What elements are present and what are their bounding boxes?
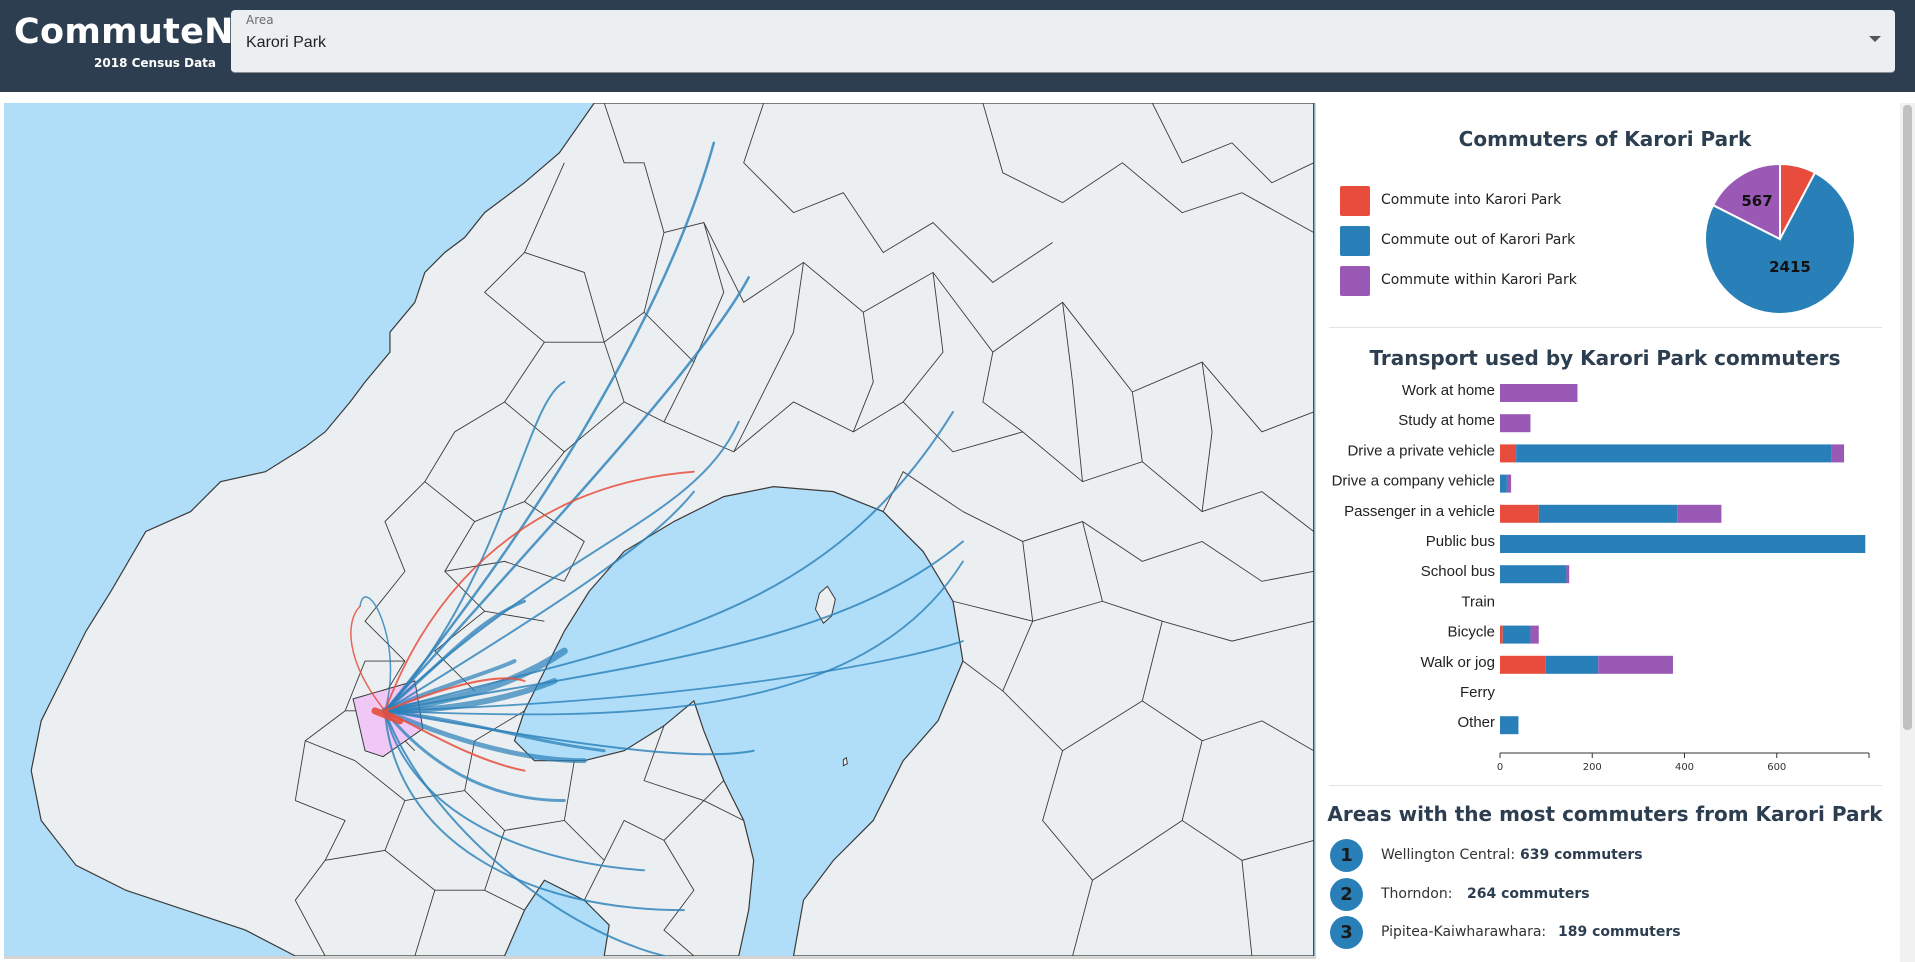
island-small <box>842 756 848 767</box>
bar-segment <box>1500 716 1519 735</box>
bar-label: School bus <box>1421 563 1495 580</box>
bar-segment <box>1500 625 1503 644</box>
bar-segment <box>1500 565 1567 584</box>
area-name: Pipitea-Kaiwharawhara: <box>1381 924 1547 940</box>
pie-section-title: Commuters of Karori Park <box>1458 127 1752 151</box>
divider <box>1329 327 1882 328</box>
legend-label-out: Commute out of Karori Park <box>1381 232 1576 248</box>
bar-label: Drive a private vehicle <box>1347 442 1495 459</box>
bar-label: Ferry <box>1460 684 1495 701</box>
area-select-label: Area <box>246 13 274 27</box>
top-areas-title: Areas with the most commuters from Karor… <box>1327 802 1883 826</box>
bar-segment <box>1831 444 1845 463</box>
bar-segment <box>1500 384 1578 402</box>
transport-bar-chart: Work at home Study at home Drive a private… <box>1332 382 1870 773</box>
bar-x-axis: 0 200 400 600 <box>1497 752 1870 773</box>
divider <box>1329 785 1882 786</box>
area-select[interactable]: Area Karori Park <box>231 10 1895 73</box>
bar-segment <box>1538 504 1678 523</box>
brand: CommuteNZ 2018 Census Data <box>14 12 260 70</box>
bar-segment <box>1502 625 1531 644</box>
chevron-down-icon[interactable] <box>1869 36 1881 42</box>
bar-segment <box>1500 414 1531 433</box>
commute-map[interactable] <box>4 103 1316 959</box>
bar-label: Study at home <box>1398 412 1495 429</box>
rank-badge: 2 <box>1330 878 1363 911</box>
pie-label-out: 2415 <box>1769 258 1811 276</box>
app-subtitle: 2018 Census Data <box>94 56 216 70</box>
bar-label: Train <box>1461 593 1495 610</box>
commuter-count: 189 commuters <box>1558 924 1681 940</box>
bar-segment <box>1530 625 1539 644</box>
commuter-count: 264 commuters <box>1467 886 1590 902</box>
commuters-pie-chart: 567 2415 <box>1704 162 1856 315</box>
bar-segment <box>1545 655 1599 674</box>
legend-label-into: Commute into Karori Park <box>1381 192 1562 208</box>
bar-label: Passenger in a vehicle <box>1344 503 1495 520</box>
bar-segment <box>1598 655 1673 674</box>
scrollbar-thumb[interactable] <box>1903 105 1912 730</box>
bar-label: Bicycle <box>1447 624 1495 641</box>
legend-swatch-into <box>1340 186 1370 216</box>
bar-segment <box>1500 535 1866 553</box>
area-select-value: Karori Park <box>246 34 327 51</box>
legend-label-within: Commute within Karori Park <box>1381 272 1577 288</box>
bar-segment <box>1500 444 1517 463</box>
bar-label: Public bus <box>1426 533 1495 550</box>
bar-segment <box>1500 504 1539 523</box>
bar-label: Work at home <box>1402 382 1495 399</box>
app-title: CommuteNZ <box>14 12 260 52</box>
bar-segment <box>1516 444 1832 463</box>
legend-swatch-within <box>1340 266 1370 296</box>
x-tick-label: 400 <box>1675 762 1694 773</box>
bar-label: Drive a company vehicle <box>1332 473 1495 490</box>
land-mass <box>30 103 1315 956</box>
bar-label: Other <box>1457 714 1495 731</box>
top-app-bar: CommuteNZ 2018 Census Data Area Karori P… <box>0 0 1915 92</box>
transport-section-title: Transport used by Karori Park commuters <box>1369 346 1841 370</box>
x-tick-label: 600 <box>1767 762 1786 773</box>
bar-label: Walk or jog <box>1421 654 1495 671</box>
panel-scrollbar[interactable] <box>1900 103 1915 962</box>
area-name: Wellington Central: <box>1381 847 1516 863</box>
x-tick-label: 200 <box>1583 762 1602 773</box>
bar-segment <box>1677 504 1722 523</box>
bar-segment <box>1500 474 1507 493</box>
bar-segments <box>1500 384 1866 735</box>
rank-badge: 3 <box>1330 916 1363 949</box>
bar-segment <box>1506 474 1512 493</box>
bar-segment <box>1500 655 1546 674</box>
pie-slices <box>1704 162 1856 315</box>
info-panel: Commuters of Karori Park Commute into Ka… <box>1322 103 1898 962</box>
area-name: Thorndon: <box>1381 886 1453 902</box>
pie-label-within: 567 <box>1741 192 1772 210</box>
x-tick-label: 0 <box>1497 762 1503 773</box>
bar-segment <box>1566 565 1570 584</box>
rank-badge: 1 <box>1330 839 1363 872</box>
commuter-count: 639 commuters <box>1520 847 1643 863</box>
legend-swatch-out <box>1340 226 1370 256</box>
map-canvas[interactable] <box>4 103 1316 956</box>
bar-category-labels: Work at home Study at home Drive a private… <box>1332 382 1496 731</box>
